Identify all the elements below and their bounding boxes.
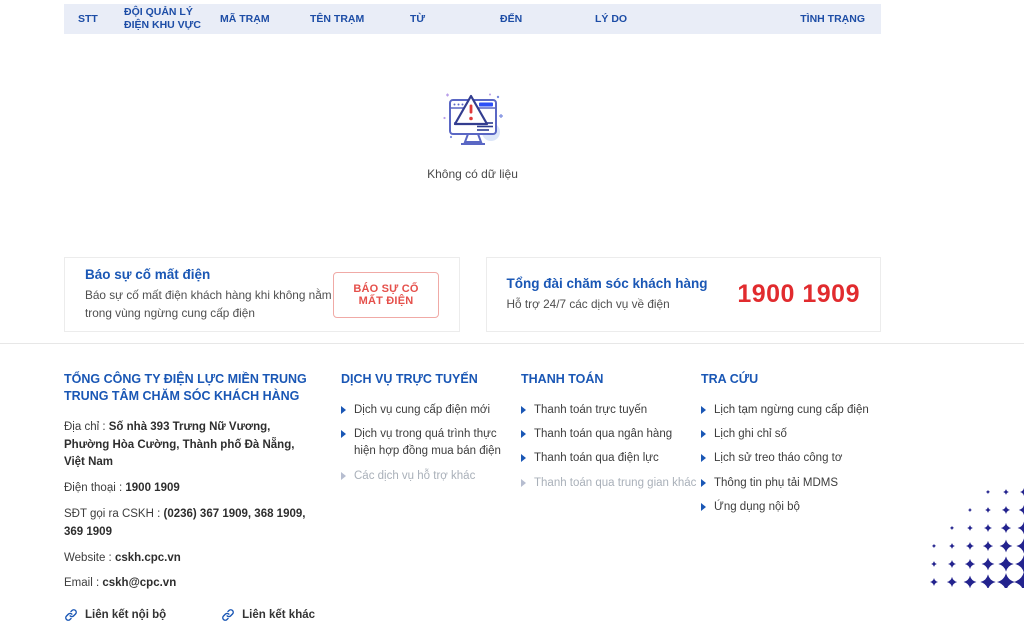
column-header-ly-do: LÝ DO — [581, 13, 691, 26]
report-outage-title: Báo sự cố mất điện — [85, 267, 333, 282]
no-data-icon — [441, 92, 505, 152]
triangle-bullet-icon — [341, 430, 346, 438]
footer-link-contract-services[interactable]: Dịch vụ trong quá trình thực hiện hợp đồ… — [341, 426, 521, 461]
triangle-bullet-icon — [701, 479, 706, 487]
triangle-bullet-icon — [701, 406, 706, 414]
link-icon — [64, 608, 78, 622]
footer-link-label: Lịch sử treo tháo công tơ — [714, 450, 842, 467]
triangle-bullet-icon — [521, 406, 526, 414]
payment-heading: THANH TOÁN — [521, 371, 701, 388]
footer-link-label: Dịch vụ cung cấp điện mới — [354, 402, 490, 419]
internal-links-label: Liên kết nội bộ — [85, 609, 166, 621]
column-header-ma-tram: MÃ TRẠM — [206, 13, 296, 26]
phone-value: 1900 1909 — [125, 482, 179, 494]
column-header-den: ĐẾN — [486, 13, 581, 26]
phone-label: Điện thoại : — [64, 482, 122, 494]
footer-link-label: Lịch tạm ngừng cung cấp điện — [714, 402, 869, 419]
footer-lookup-column: TRA CỨU Lịch tạm ngừng cung cấp điện Lịc… — [701, 371, 881, 622]
company-callout-numbers: SĐT gọi ra CSKH : (0236) 367 1909, 368 1… — [64, 506, 316, 542]
column-header-doi-quan-ly: ĐỘI QUẢN LÝ ĐIỆN KHU VỰC — [110, 6, 206, 31]
footer-link-pay-intermediary[interactable]: Thanh toán qua trung gian khác — [521, 475, 701, 492]
company-name-line2: TRUNG TÂM CHĂM SÓC KHÁCH HÀNG — [64, 388, 341, 405]
internal-links-button[interactable]: Liên kết nội bộ — [64, 608, 166, 622]
company-phone: Điện thoại : 1900 1909 — [64, 480, 316, 498]
footer-link-other-services[interactable]: Các dịch vụ hỗ trợ khác — [341, 468, 521, 485]
column-header-ten-tram: TÊN TRẠM — [296, 13, 396, 26]
footer-link-label: Ứng dụng nội bộ — [714, 499, 800, 516]
footer-company-column: TỔNG CÔNG TY ĐIỆN LỰC MIỀN TRUNG TRUNG T… — [64, 371, 341, 622]
website-value: cskh.cpc.vn — [115, 552, 181, 564]
footer-link-label: Dịch vụ trong quá trình thực hiện hợp đồ… — [354, 426, 521, 461]
footer-link-mdms-info[interactable]: Thông tin phụ tải MDMS — [701, 475, 881, 492]
hotline-description: Hỗ trợ 24/7 các dịch vụ về điện — [507, 296, 708, 313]
hotline-card: Tổng đài chăm sóc khách hàng Hỗ trợ 24/7… — [486, 257, 882, 332]
email-value: cskh@cpc.vn — [102, 577, 176, 589]
report-outage-button[interactable]: BÁO SỰ CỐ MẤT ĐIỆN — [333, 272, 438, 318]
company-name-line1: TỔNG CÔNG TY ĐIỆN LỰC MIỀN TRUNG — [64, 371, 341, 388]
footer-link-label: Thanh toán trực tuyến — [534, 402, 647, 419]
address-label: Địa chỉ : — [64, 421, 106, 433]
footer-link-internal-apps[interactable]: Ứng dụng nội bộ — [701, 499, 881, 516]
lookup-heading: TRA CỨU — [701, 371, 881, 388]
footer-links-row: Liên kết nội bộ Liên kết khác — [64, 608, 341, 622]
triangle-bullet-icon — [701, 454, 706, 462]
triangle-bullet-icon — [521, 454, 526, 462]
footer-link-label: Thanh toán qua ngân hàng — [534, 426, 672, 443]
footer-link-pay-power-office[interactable]: Thanh toán qua điện lực — [521, 450, 701, 467]
footer-link-outage-schedule[interactable]: Lịch tạm ngừng cung cấp điện — [701, 402, 881, 419]
footer-link-pay-online[interactable]: Thanh toán trực tuyến — [521, 402, 701, 419]
info-cards-row: Báo sự cố mất điện Báo sự cố mất điện kh… — [64, 257, 881, 332]
hotline-card-text: Tổng đài chăm sóc khách hàng Hỗ trợ 24/7… — [507, 276, 708, 313]
footer-link-pay-bank[interactable]: Thanh toán qua ngân hàng — [521, 426, 701, 443]
triangle-bullet-icon — [341, 406, 346, 414]
company-address: Địa chỉ : Số nhà 393 Trưng Nữ Vương, Phư… — [64, 419, 316, 472]
website-label: Website : — [64, 552, 112, 564]
empty-state: Không có dữ liệu — [64, 34, 881, 181]
callout-label: SĐT gọi ra CSKH : — [64, 508, 160, 520]
triangle-bullet-icon — [701, 503, 706, 511]
footer-link-label: Các dịch vụ hỗ trợ khác — [354, 468, 475, 485]
report-outage-description: Báo sự cố mất điện khách hàng khi không … — [85, 287, 333, 321]
footer-link-label: Lịch ghi chỉ số — [714, 426, 787, 443]
email-label: Email : — [64, 577, 99, 589]
services-heading: DỊCH VỤ TRỰC TUYẾN — [341, 371, 521, 388]
footer-link-label: Thanh toán qua trung gian khác — [534, 475, 696, 492]
company-email: Email : cskh@cpc.vn — [64, 575, 316, 593]
report-outage-card: Báo sự cố mất điện Báo sự cố mất điện kh… — [64, 257, 460, 332]
footer-link-meter-reading[interactable]: Lịch ghi chỉ số — [701, 426, 881, 443]
hotline-number: 1900 1909 — [737, 280, 860, 309]
column-header-tinh-trang: TÌNH TRẠNG — [691, 13, 881, 26]
hotline-title: Tổng đài chăm sóc khách hàng — [507, 276, 708, 291]
column-header-tu: TỪ — [396, 13, 486, 26]
footer-link-new-supply[interactable]: Dịch vụ cung cấp điện mới — [341, 402, 521, 419]
triangle-bullet-icon — [341, 472, 346, 480]
footer: TỔNG CÔNG TY ĐIỆN LỰC MIỀN TRUNG TRUNG T… — [64, 344, 881, 622]
column-header-stt: STT — [64, 13, 110, 26]
triangle-bullet-icon — [521, 430, 526, 438]
report-outage-card-text: Báo sự cố mất điện Báo sự cố mất điện kh… — [85, 267, 333, 321]
triangle-bullet-icon — [521, 479, 526, 487]
company-name: TỔNG CÔNG TY ĐIỆN LỰC MIỀN TRUNG TRUNG T… — [64, 371, 341, 405]
other-links-label: Liên kết khác — [242, 609, 315, 621]
company-website: Website : cskh.cpc.vn — [64, 550, 316, 568]
footer-services-column: DỊCH VỤ TRỰC TUYẾN Dịch vụ cung cấp điện… — [341, 371, 521, 622]
triangle-bullet-icon — [701, 430, 706, 438]
stars-decoration — [922, 480, 1024, 588]
outage-table-header: STT ĐỘI QUẢN LÝ ĐIỆN KHU VỰC MÃ TRẠM TÊN… — [64, 4, 881, 34]
footer-link-label: Thanh toán qua điện lực — [534, 450, 659, 467]
footer-link-label: Thông tin phụ tải MDMS — [714, 475, 838, 492]
other-links-button[interactable]: Liên kết khác — [221, 608, 315, 622]
footer-payment-column: THANH TOÁN Thanh toán trực tuyến Thanh t… — [521, 371, 701, 622]
link-icon — [221, 608, 235, 622]
footer-link-meter-history[interactable]: Lịch sử treo tháo công tơ — [701, 450, 881, 467]
empty-state-text: Không có dữ liệu — [64, 167, 881, 181]
